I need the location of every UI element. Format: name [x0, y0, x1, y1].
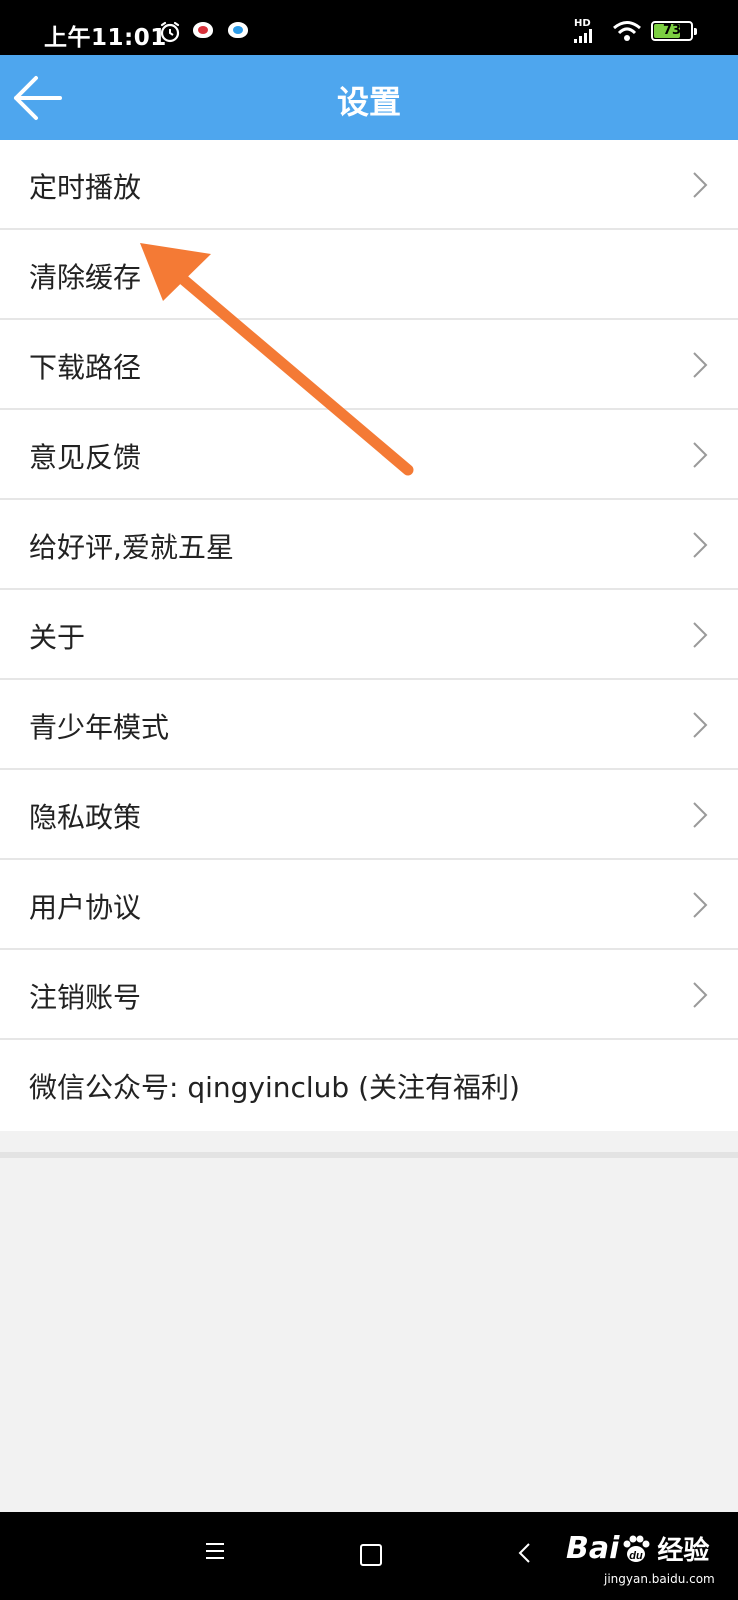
page-title: 设置 [336, 83, 401, 121]
nav-back-icon[interactable] [517, 1542, 531, 1564]
settings-item-label: 清除缓存 [29, 261, 142, 294]
settings-item-clear-cache[interactable]: 清除缓存 [0, 230, 738, 320]
status-time: 上午11:01 [44, 25, 167, 51]
settings-item-about[interactable]: 关于 [0, 590, 738, 680]
settings-item-user-agreement[interactable]: 用户协议 [0, 860, 738, 950]
navigation-bar: Bai du 经验 jingyan.baidu.com [0, 1512, 738, 1600]
settings-item-timed-playback[interactable]: 定时播放 [0, 140, 738, 230]
chevron-right-icon [693, 802, 708, 828]
alarm-icon [158, 20, 182, 48]
chevron-right-icon [693, 982, 708, 1008]
settings-item-download-path[interactable]: 下载路径 [0, 320, 738, 410]
home-button[interactable] [360, 1544, 382, 1566]
settings-item-feedback[interactable]: 意见反馈 [0, 410, 738, 500]
settings-item-youth-mode[interactable]: 青少年模式 [0, 680, 738, 770]
settings-item-label: 给好评,爱就五星 [29, 531, 234, 564]
notification-app-icon [193, 22, 213, 38]
settings-item-rate-app[interactable]: 给好评,爱就五星 [0, 500, 738, 590]
settings-list: 定时播放 清除缓存 下载路径 意见反馈 给好评,爱就五星 关于 青少年模式 隐私… [0, 140, 738, 1131]
list-divider [0, 1152, 738, 1158]
chevron-right-icon [693, 622, 708, 648]
chevron-right-icon [693, 172, 708, 198]
settings-item-label: 注销账号 [29, 981, 142, 1014]
settings-item-label: 青少年模式 [29, 711, 170, 744]
battery-icon: 73 [651, 21, 697, 41]
settings-item-label: 隐私政策 [29, 801, 142, 834]
settings-item-label: 定时播放 [29, 171, 142, 204]
weather-app-icon [228, 22, 248, 38]
menu-icon[interactable] [205, 1542, 225, 1560]
settings-item-privacy-policy[interactable]: 隐私政策 [0, 770, 738, 860]
chevron-right-icon [693, 712, 708, 738]
settings-item-label: 关于 [29, 621, 86, 654]
chevron-right-icon [693, 892, 708, 918]
signal-icon [574, 28, 592, 47]
battery-percent: 73 [662, 23, 682, 38]
chevron-right-icon [693, 442, 708, 468]
settings-item-label: 下载路径 [29, 351, 142, 384]
baidu-jingyan-watermark: Bai du 经验 [566, 1530, 709, 1567]
watermark-product: 经验 [657, 1536, 710, 1566]
watermark-url: jingyan.baidu.com [604, 1572, 715, 1586]
settings-item-label: 微信公众号: qingyinclub (关注有福利) [29, 1071, 520, 1104]
settings-item-label: 用户协议 [29, 891, 142, 924]
chevron-right-icon [693, 532, 708, 558]
watermark-brand-suffix: du [630, 1550, 644, 1562]
watermark-brand: Bai [566, 1531, 620, 1566]
settings-item-delete-account[interactable]: 注销账号 [0, 950, 738, 1040]
wifi-icon [612, 20, 642, 46]
settings-item-wechat-account[interactable]: 微信公众号: qingyinclub (关注有福利) [0, 1040, 738, 1131]
baidu-paw-icon: du [623, 1535, 650, 1562]
settings-item-label: 意见反馈 [29, 441, 142, 474]
chevron-right-icon [693, 352, 708, 378]
status-bar: 上午11:01 HD 73 [0, 0, 738, 55]
app-bar: 设置 [0, 55, 738, 140]
